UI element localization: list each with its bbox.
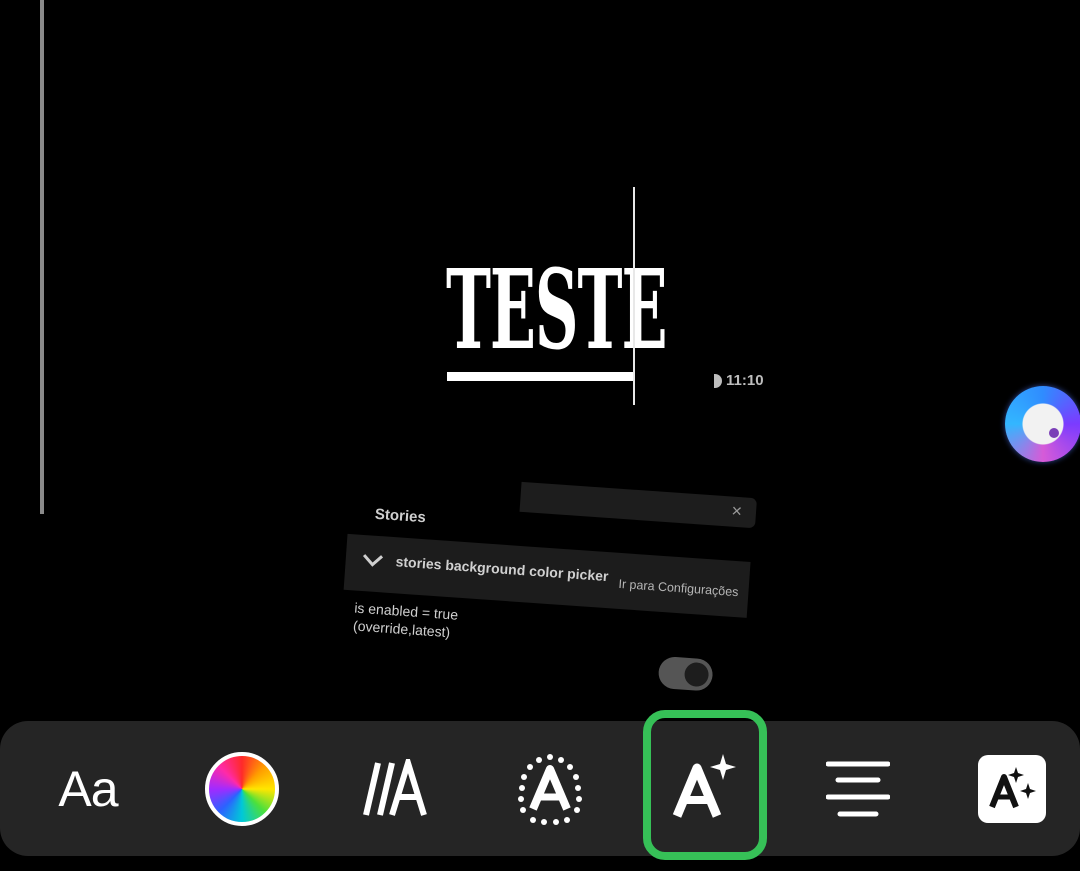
- dev-panel-topbar: ×: [519, 481, 758, 529]
- slash-a-icon: [363, 758, 427, 816]
- text-cursor: [633, 187, 635, 405]
- flag-name: stories background color picker: [395, 553, 609, 585]
- dotted-a-icon: [518, 753, 582, 825]
- text-color-button[interactable]: [196, 721, 288, 856]
- story-text[interactable]: TESTE: [446, 250, 668, 370]
- text-align-button[interactable]: [824, 721, 892, 856]
- story-text-block[interactable]: TESTE: [446, 250, 668, 382]
- align-center-icon: [826, 761, 890, 816]
- moon-icon: [714, 373, 722, 388]
- toggle-knob: [683, 661, 710, 688]
- goto-settings-link[interactable]: Ir para Configurações: [618, 577, 739, 599]
- color-wheel-icon: [205, 751, 279, 826]
- text-background-button[interactable]: [978, 721, 1046, 856]
- text-animation-button[interactable]: [354, 721, 440, 856]
- dev-settings-panel: × Stories stories background color picke…: [337, 470, 761, 708]
- time-text: 11:10: [726, 372, 764, 389]
- font-style-button[interactable]: Aa: [40, 721, 136, 856]
- assistant-bubble-icon[interactable]: [1005, 386, 1080, 462]
- text-effects-button[interactable]: [512, 721, 588, 856]
- text-tools-toolbar: Aa: [0, 721, 1080, 856]
- aa-text-icon: Aa: [58, 760, 118, 817]
- assistant-dot: [1049, 428, 1059, 438]
- time-label: 11:10: [714, 372, 764, 389]
- close-icon[interactable]: ×: [731, 501, 743, 523]
- dev-section-title: Stories: [374, 505, 427, 527]
- selected-tool-highlight: [643, 710, 767, 860]
- flag-status: is enabled = true (override,latest): [353, 599, 555, 649]
- text-underline: [447, 372, 635, 381]
- flag-toggle[interactable]: [657, 655, 714, 692]
- chevron-down-icon: [362, 554, 384, 567]
- left-edge-bar: [40, 0, 44, 514]
- boxed-a-sparkle-icon: [978, 754, 1046, 823]
